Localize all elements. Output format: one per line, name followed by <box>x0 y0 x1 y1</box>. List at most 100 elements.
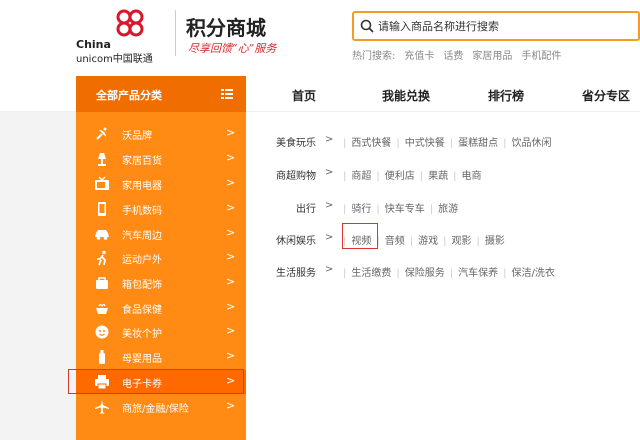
sidebar-item-label: 美妆个护 <box>122 329 162 340</box>
hot-search: 热门搜索: 充值卡 话费 家居用品 手机配件 <box>352 47 570 62</box>
sidebar-item-label: 商旅/金融/保险 <box>122 404 189 415</box>
sidebar-item-home-goods[interactable]: 家居百货 > <box>76 147 246 171</box>
subcategory-links: | 生活缴费 | 保险服务 | 汽车保养 | 保洁/洗衣 <box>338 264 555 279</box>
subcategory-link[interactable]: 果蔬 <box>428 167 448 182</box>
plane-icon <box>95 400 109 414</box>
hot-search-term[interactable]: 充值卡 <box>404 51 434 62</box>
all-categories-label: 全部产品分类 <box>96 89 162 102</box>
sidebar-item-label: 家用电器 <box>122 181 162 192</box>
subcategory-title[interactable]: 休闲娱乐 <box>246 232 316 247</box>
sidebar-item-label: 家居百货 <box>122 156 162 167</box>
subcategory-title[interactable]: 商超购物 <box>246 167 316 182</box>
chevron-right-icon: > <box>226 300 236 313</box>
logo-text-unicom: unicom中国联通 <box>76 54 153 65</box>
subcategory-link[interactable]: 商超 <box>351 167 371 182</box>
separator: | <box>343 268 347 279</box>
sidebar-item-appliances[interactable]: 家用电器 > <box>76 172 246 196</box>
all-categories-header[interactable]: 全部产品分类 <box>76 76 246 112</box>
sidebar-item-beauty[interactable]: 美妆个护 > <box>76 320 246 344</box>
sidebar-item-label: 运动户外 <box>122 255 162 266</box>
runner-icon <box>97 250 106 266</box>
nav-province-zone[interactable]: 省分专区 <box>582 87 630 104</box>
search-input[interactable] <box>378 17 628 35</box>
hot-search-label: 热门搜索: <box>352 51 396 62</box>
chevron-right-icon: > <box>226 275 236 288</box>
bottle-icon <box>99 350 105 364</box>
subcategory-link[interactable]: 中式快餐 <box>405 134 445 149</box>
nav-home[interactable]: 首页 <box>292 87 316 104</box>
sidebar-item-travel-finance[interactable]: 商旅/金融/保险 > <box>76 395 246 419</box>
sidebar-item-digital[interactable]: 手机数码 > <box>76 197 246 221</box>
subcategory-link[interactable]: 观影 <box>452 232 472 247</box>
china-unicom-logo[interactable]: China unicom中国联通 <box>70 8 180 65</box>
chevron-right-icon: > <box>226 201 236 214</box>
separator: | <box>476 236 480 247</box>
separator: | <box>343 138 347 149</box>
subcategory-link[interactable]: 骑行 <box>351 200 371 215</box>
separator: | <box>396 138 400 149</box>
search-box[interactable] <box>352 11 640 41</box>
hot-search-term[interactable]: 手机配件 <box>521 51 561 62</box>
chevron-right-icon: > <box>226 126 236 139</box>
separator: | <box>503 138 507 149</box>
hot-search-term[interactable]: 家居用品 <box>472 51 512 62</box>
subcategory-link[interactable]: 电商 <box>462 167 482 182</box>
subcategory-link[interactable]: 旅游 <box>438 200 458 215</box>
food-icon <box>96 303 108 314</box>
subcategory-link[interactable]: 摄影 <box>485 232 505 247</box>
sidebar-item-bags[interactable]: 箱包配饰 > <box>76 271 246 295</box>
chevron-right-icon: > <box>226 250 236 263</box>
subcategory-link[interactable]: 音频 <box>385 232 405 247</box>
separator: | <box>343 171 347 182</box>
subcategory-link[interactable]: 快车专车 <box>385 200 425 215</box>
subcategory-link[interactable]: 饮品休闲 <box>512 134 552 149</box>
subcategory-link[interactable]: 保险服务 <box>405 264 445 279</box>
chevron-right-icon: > <box>226 399 236 412</box>
subcategory-links: | 商超 | 便利店 | 果蔬 | 电商 <box>338 167 482 182</box>
separator: | <box>409 236 414 247</box>
tv-icon <box>95 176 109 190</box>
phone-icon <box>98 202 106 216</box>
nav-ranking[interactable]: 排行榜 <box>488 87 524 104</box>
subcategory-title[interactable]: 出行 <box>246 200 316 215</box>
sidebar-item-baby[interactable]: 母婴用品 > <box>76 345 246 369</box>
sidebar-item-food[interactable]: 食品保健 > <box>76 296 246 320</box>
separator: | <box>343 204 347 215</box>
chevron-right-icon: > <box>226 226 236 239</box>
sidebar-item-wo-brand[interactable]: 沃品牌 > <box>76 122 246 146</box>
divider <box>175 10 176 56</box>
face-icon <box>95 325 109 339</box>
list-menu-icon[interactable] <box>221 89 233 99</box>
chevron-right-icon: > <box>325 232 334 243</box>
page-title: 积分商城 <box>186 16 266 40</box>
separator: | <box>376 171 380 182</box>
sidebar-item-outdoor[interactable]: 运动户外 > <box>76 246 246 270</box>
separator: | <box>376 204 380 215</box>
sidebar-item-label: 汽车周边 <box>122 231 162 242</box>
sidebar-item-label: 食品保健 <box>122 305 162 316</box>
brand-slogan: 尽享回馈“心”服务 <box>188 42 277 55</box>
chevron-right-icon: > <box>325 134 334 145</box>
subcategory-title[interactable]: 生活服务 <box>246 264 316 279</box>
chevron-right-icon: > <box>325 264 334 275</box>
subcategory-title[interactable]: 美食玩乐 <box>246 134 316 149</box>
sidebar-item-label: 母婴用品 <box>122 354 162 365</box>
hot-search-term[interactable]: 话费 <box>443 51 463 62</box>
sidebar-item-auto[interactable]: 汽车周边 > <box>76 222 246 246</box>
subcategory-link[interactable]: 汽车保养 <box>458 264 498 279</box>
chevron-right-icon: > <box>226 176 236 189</box>
subcategory-link[interactable]: 保洁/洗衣 <box>512 264 555 279</box>
subcategory-link[interactable]: 蛋糕甜点 <box>458 134 498 149</box>
lamp-icon <box>98 153 106 166</box>
subcategory-link[interactable]: 便利店 <box>385 167 415 182</box>
subcategory-panel: 美食玩乐 > | 西式快餐 | 中式快餐 | 蛋糕甜点 | 饮品休闲 商超购物 > | 商超 | 便… <box>246 112 640 440</box>
active-item-highlight <box>68 369 244 394</box>
subcategory-links: | 骑行 | 快车专车 | 旅游 <box>338 200 458 215</box>
subcategory-link[interactable]: 西式快餐 <box>351 134 391 149</box>
bag-icon <box>96 277 108 289</box>
subcategory-link[interactable]: 游戏 <box>418 232 438 247</box>
subcategory-link[interactable]: 生活缴费 <box>351 264 391 279</box>
header: China unicom中国联通 积分商城 尽享回馈“心”服务 热门搜索: 充值卡… <box>0 0 640 76</box>
search-icon[interactable] <box>360 19 374 33</box>
nav-redeemable[interactable]: 我能兑换 <box>382 87 430 104</box>
